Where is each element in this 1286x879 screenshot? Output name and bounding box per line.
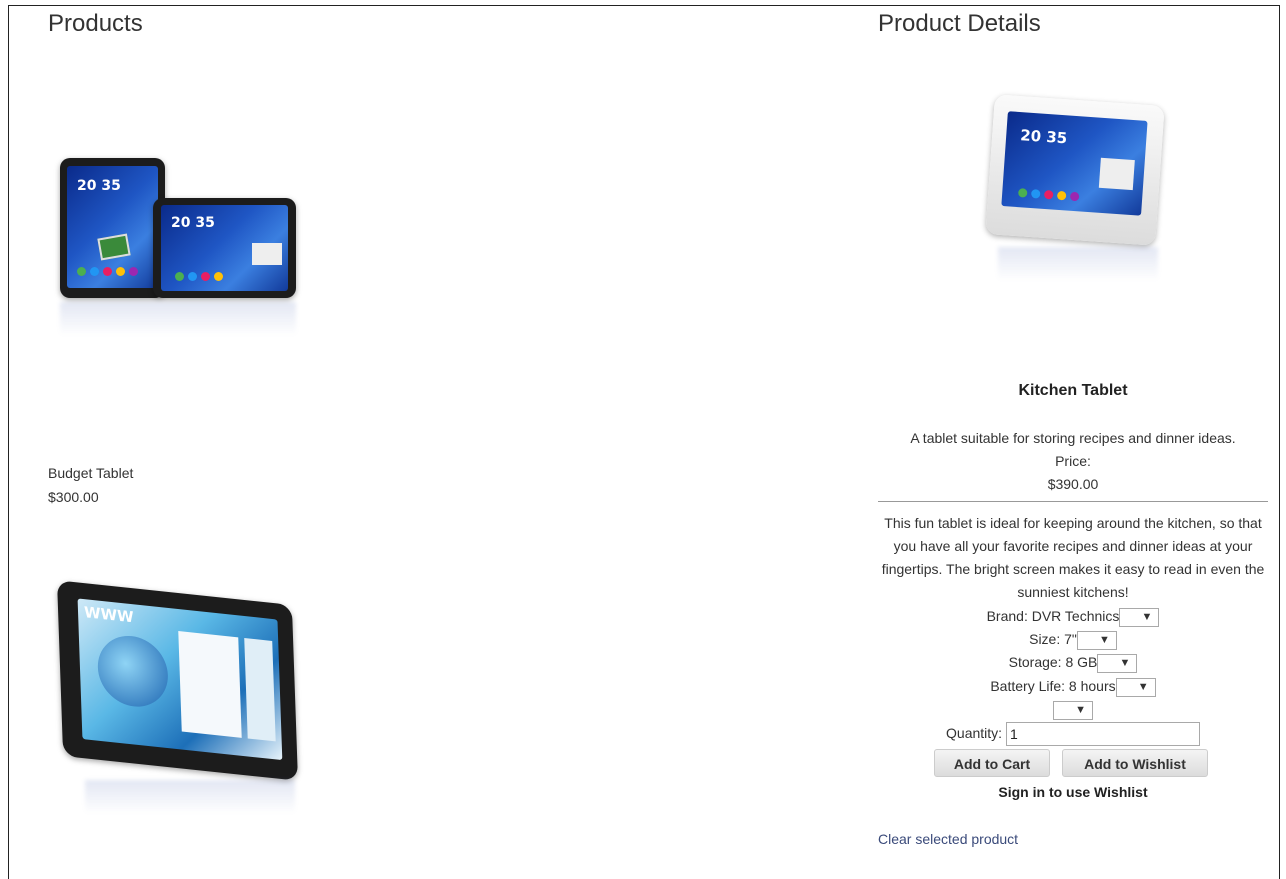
tablet-tilted-graphic: WWW	[57, 580, 298, 781]
attribute-label: Storage: 8 GB	[1008, 654, 1098, 670]
product-image-budget-tablet[interactable]: 20 35 20 35	[55, 150, 305, 340]
screen-widget	[252, 243, 282, 265]
screen-widget	[97, 233, 131, 261]
add-to-cart-button[interactable]: Add to Cart	[934, 749, 1050, 777]
detail-product-name: Kitchen Tablet	[1018, 382, 1128, 399]
tablet-reflection	[998, 247, 1158, 281]
tablet-portrait-graphic: 20 35	[60, 158, 165, 298]
screen-dock	[175, 272, 223, 281]
clear-selected-product-link[interactable]: Clear selected product	[878, 831, 1018, 847]
attribute-row-storage: Storage: 8 GB ▼	[878, 651, 1268, 674]
chevron-down-icon: ▼	[1075, 703, 1086, 716]
tablet-screen: 20 35	[161, 205, 288, 291]
screen-dock	[1017, 188, 1080, 202]
detail-long-description: This fun tablet is ideal for keeping aro…	[881, 515, 1265, 600]
quantity-input[interactable]: 1	[1005, 722, 1200, 747]
quantity-label: Quantity:	[946, 725, 1003, 741]
products-heading: Products	[48, 10, 143, 37]
detail-short-description: A tablet suitable for storing recipes an…	[878, 427, 1268, 496]
product-name[interactable]: Budget Tablet	[48, 465, 133, 481]
short-description-text: A tablet suitable for storing recipes an…	[910, 430, 1236, 446]
attribute-label: Brand: DVR Technics	[986, 608, 1120, 624]
product-price: $300.00	[48, 489, 99, 505]
screen-widget	[1098, 157, 1135, 191]
product-detail-image: 20 35	[985, 94, 1165, 285]
tablet-landscape-graphic: 20 35	[153, 198, 296, 298]
attribute-label: Size: 7"	[1029, 631, 1077, 647]
screen-clock: 20 35	[77, 178, 121, 194]
attribute-row-size: Size: 7" ▼	[878, 628, 1268, 651]
chevron-down-icon: ▼	[1119, 656, 1131, 669]
quantity-row: Quantity: 1	[878, 722, 1268, 747]
screen-clock: 20 35	[171, 215, 215, 231]
attribute-row-extra: ▼	[878, 698, 1268, 721]
screen-clock: 20 35	[1019, 126, 1068, 148]
attribute-label: Battery Life: 8 hours	[990, 678, 1116, 694]
tablet-screen: 20 35	[1001, 111, 1148, 216]
attribute-row-battery: Battery Life: 8 hours ▼	[878, 675, 1268, 698]
wishlist-signin-note: Sign in to use Wishlist	[998, 784, 1148, 800]
screen-dock	[77, 267, 138, 276]
size-select[interactable]: ▼	[1076, 630, 1117, 650]
storage-select[interactable]: ▼	[1097, 653, 1138, 673]
chevron-down-icon: ▼	[1099, 633, 1110, 646]
tablet-screen: WWW	[77, 598, 283, 761]
add-to-wishlist-button[interactable]: Add to Wishlist	[1062, 749, 1208, 777]
price-label: Price:	[1055, 453, 1091, 469]
screen-side-panel	[244, 638, 276, 742]
product-image-second-tablet[interactable]: WWW	[55, 580, 305, 814]
attribute-row-brand: Brand: DVR Technics ▼	[878, 605, 1268, 628]
white-tablet-graphic: 20 35	[985, 94, 1165, 246]
chevron-down-icon: ▼	[1141, 610, 1153, 623]
tablet-screen: 20 35	[67, 166, 158, 288]
screen-text-panel	[178, 631, 242, 738]
tablet-reflection	[85, 780, 295, 814]
product-details-heading: Product Details	[878, 10, 1041, 37]
battery-select[interactable]: ▼	[1115, 677, 1156, 697]
extra-select[interactable]: ▼	[1053, 700, 1093, 720]
screen-www-banner: WWW	[83, 603, 134, 627]
screen-globe	[96, 632, 170, 711]
tablet-reflection	[60, 302, 296, 336]
details-divider	[878, 501, 1268, 502]
chevron-down-icon: ▼	[1137, 680, 1149, 693]
detail-price: $390.00	[1047, 476, 1099, 492]
brand-select[interactable]: ▼	[1119, 607, 1160, 627]
